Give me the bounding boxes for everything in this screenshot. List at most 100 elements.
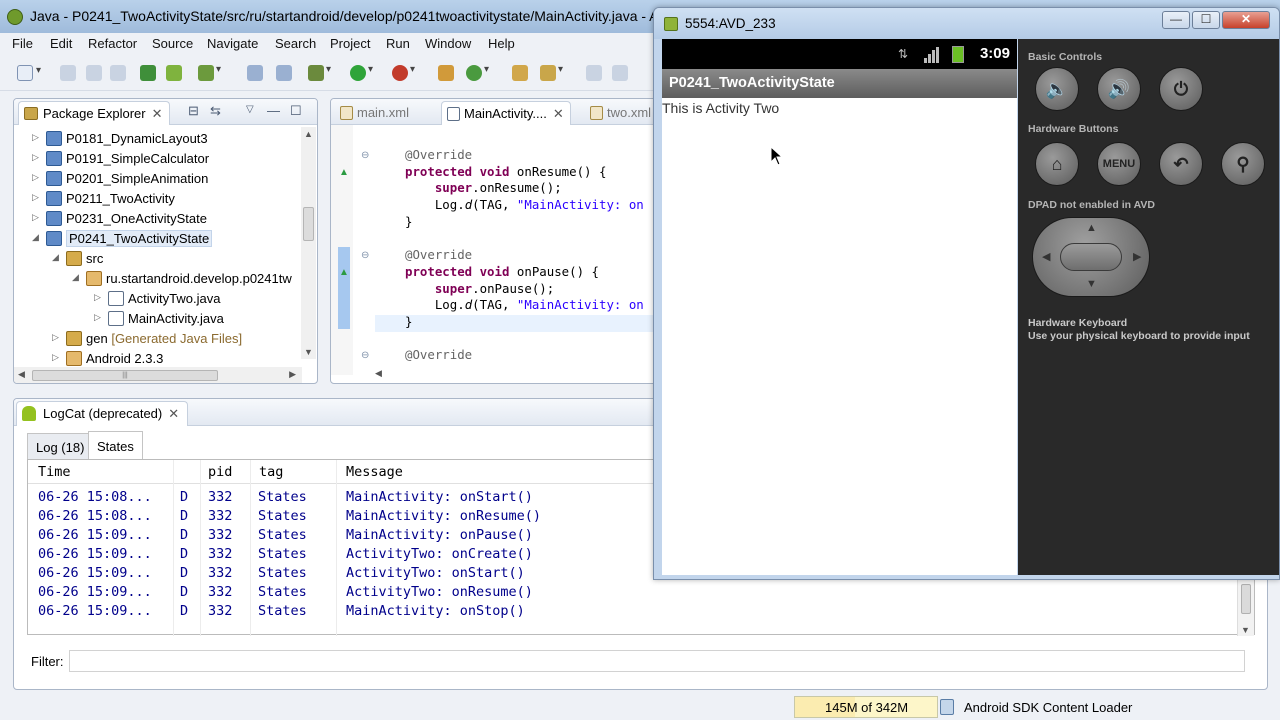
collapse-icon[interactable]: ◢ bbox=[72, 272, 79, 283]
package-explorer-vertical-scrollbar[interactable]: ▲ ▼ bbox=[301, 127, 316, 359]
expand-icon[interactable]: ▷ bbox=[32, 192, 39, 203]
tab-mainactivity-java[interactable]: MainActivity.... ✕ bbox=[441, 101, 571, 125]
minimize-button[interactable]: — bbox=[1162, 11, 1190, 29]
log-table-scrollbar[interactable]: ▼ bbox=[1237, 580, 1254, 636]
scrollbar-thumb[interactable] bbox=[1241, 584, 1251, 614]
menu-search[interactable]: Search bbox=[275, 36, 316, 51]
eclipse-title: Java - P0241_TwoActivityState/src/ru/sta… bbox=[30, 8, 678, 24]
debug-icon[interactable] bbox=[308, 64, 331, 81]
column-header-pid[interactable]: pid bbox=[208, 460, 232, 483]
scroll-left-icon[interactable]: ◀ bbox=[18, 369, 25, 380]
scroll-down-icon[interactable]: ▼ bbox=[1241, 625, 1250, 635]
close-icon[interactable]: ✕ bbox=[553, 106, 564, 121]
device-screen[interactable]: ⇅ 3:09 P0241_TwoActivityState This is Ac… bbox=[662, 39, 1017, 575]
code-text[interactable]: @Override protected void onResume() { su… bbox=[405, 147, 644, 364]
heap-status[interactable]: 145M of 342M bbox=[794, 696, 938, 718]
volume-up-button[interactable]: 🔊 bbox=[1097, 67, 1141, 111]
expand-icon[interactable]: ▷ bbox=[52, 352, 59, 363]
dpad-center-button[interactable] bbox=[1060, 243, 1122, 271]
dpad-left-icon[interactable]: ◀ bbox=[1042, 250, 1050, 263]
close-button[interactable]: ✕ bbox=[1222, 11, 1270, 29]
scroll-up-icon[interactable]: ▲ bbox=[304, 129, 313, 139]
menu-help[interactable]: Help bbox=[488, 36, 515, 51]
menu-button[interactable]: MENU bbox=[1097, 142, 1141, 186]
skip-breakpoints-icon[interactable] bbox=[247, 65, 263, 81]
menu-file[interactable]: File bbox=[12, 36, 33, 51]
table-row[interactable]: 06-26 15:09... D 332 States ActivityTwo: onR… bbox=[28, 583, 1254, 602]
power-button[interactable]: ⏻ bbox=[1159, 67, 1203, 111]
lint-icon[interactable] bbox=[198, 64, 221, 81]
expand-icon[interactable]: ▷ bbox=[94, 292, 101, 303]
view-menu-icon[interactable]: ▽ bbox=[246, 104, 254, 115]
tab-log[interactable]: Log (18) bbox=[27, 433, 94, 459]
expand-icon[interactable]: ▷ bbox=[32, 212, 39, 223]
dpad-up-icon[interactable]: ▲ bbox=[1086, 222, 1097, 234]
scroll-left-icon[interactable]: ◀ bbox=[375, 368, 382, 379]
home-button[interactable]: ⌂ bbox=[1035, 142, 1079, 186]
tab-main-xml[interactable]: main.xml bbox=[335, 101, 415, 125]
column-header-message[interactable]: Message bbox=[346, 460, 403, 483]
search-icon[interactable] bbox=[540, 64, 563, 81]
tab-two-xml[interactable]: two.xml bbox=[585, 101, 657, 125]
expand-icon[interactable]: ▷ bbox=[52, 332, 59, 343]
link-with-editor-icon[interactable]: ⇆ bbox=[210, 103, 221, 119]
maximize-icon[interactable]: ☐ bbox=[290, 103, 302, 119]
expand-icon[interactable]: ▷ bbox=[32, 152, 39, 163]
run-icon[interactable] bbox=[350, 64, 373, 81]
toggle-icon[interactable] bbox=[276, 65, 292, 81]
fold-icon[interactable]: ⊖ bbox=[361, 350, 369, 361]
volume-down-button[interactable]: 🔈 bbox=[1035, 67, 1079, 111]
save-icon[interactable] bbox=[60, 65, 76, 81]
print-icon[interactable] bbox=[110, 65, 126, 81]
expand-icon[interactable]: ▷ bbox=[32, 132, 39, 143]
dpad-right-icon[interactable]: ▶ bbox=[1133, 250, 1141, 263]
menu-edit[interactable]: Edit bbox=[50, 36, 72, 51]
fold-icon[interactable]: ⊖ bbox=[361, 250, 369, 261]
sdk-manager-icon[interactable] bbox=[140, 65, 156, 81]
external-tools-icon[interactable] bbox=[392, 64, 415, 81]
close-icon[interactable]: ✕ bbox=[168, 406, 179, 421]
avd-manager-icon[interactable] bbox=[166, 65, 182, 81]
logcat-tab[interactable]: LogCat (deprecated) ✕ bbox=[16, 401, 189, 426]
expand-icon[interactable]: ▷ bbox=[94, 312, 101, 323]
dpad-down-icon[interactable]: ▼ bbox=[1086, 278, 1097, 290]
menu-window[interactable]: Window bbox=[425, 36, 471, 51]
collapse-icon[interactable]: ◢ bbox=[32, 232, 39, 243]
search-button[interactable]: ⚲ bbox=[1221, 142, 1265, 186]
collapse-all-icon[interactable]: ⊟ bbox=[188, 103, 199, 119]
menu-project[interactable]: Project bbox=[330, 36, 370, 51]
close-icon[interactable]: ✕ bbox=[152, 106, 163, 121]
menu-source[interactable]: Source bbox=[152, 36, 193, 51]
back-button[interactable]: ↶ bbox=[1159, 142, 1203, 186]
editor-horizontal-scrollbar[interactable]: ◀ bbox=[353, 367, 653, 381]
table-row[interactable]: 06-26 15:09... D 332 States MainActivity: on… bbox=[28, 602, 1254, 621]
scroll-down-icon[interactable]: ▼ bbox=[304, 347, 313, 357]
save-all-icon[interactable] bbox=[86, 65, 102, 81]
collapse-icon[interactable]: ◢ bbox=[52, 252, 59, 263]
prev-annotation-icon[interactable] bbox=[612, 65, 628, 81]
dpad-control[interactable]: ▲ ▼ ◀ ▶ bbox=[1032, 217, 1150, 297]
maximize-button[interactable]: ☐ bbox=[1192, 11, 1220, 29]
package-explorer-horizontal-scrollbar[interactable]: ◀ ||| ▶ bbox=[14, 367, 302, 383]
menu-run[interactable]: Run bbox=[386, 36, 410, 51]
menu-navigate[interactable]: Navigate bbox=[207, 36, 258, 51]
new-package-icon[interactable] bbox=[438, 65, 454, 81]
package-explorer-tab[interactable]: Package Explorer ✕ bbox=[18, 101, 170, 125]
filter-input[interactable] bbox=[69, 650, 1245, 672]
garbage-collect-icon[interactable] bbox=[940, 699, 954, 715]
column-header-time[interactable]: Time bbox=[38, 460, 71, 483]
hardware-keyboard-desc: Use your physical keyboard to provide in… bbox=[1028, 330, 1250, 342]
fold-icon[interactable]: ⊖ bbox=[361, 150, 369, 161]
scrollbar-thumb[interactable] bbox=[303, 207, 314, 241]
scrollbar-thumb[interactable]: ||| bbox=[32, 370, 218, 381]
new-icon[interactable] bbox=[17, 65, 41, 81]
new-class-icon[interactable] bbox=[466, 64, 489, 81]
next-annotation-icon[interactable] bbox=[586, 65, 602, 81]
tab-states[interactable]: States bbox=[88, 431, 143, 459]
open-type-icon[interactable] bbox=[512, 65, 528, 81]
column-header-tag[interactable]: tag bbox=[259, 460, 283, 483]
minimize-icon[interactable]: — bbox=[267, 103, 280, 118]
scroll-right-icon[interactable]: ▶ bbox=[289, 369, 296, 380]
menu-refactor[interactable]: Refactor bbox=[88, 36, 137, 51]
expand-icon[interactable]: ▷ bbox=[32, 172, 39, 183]
